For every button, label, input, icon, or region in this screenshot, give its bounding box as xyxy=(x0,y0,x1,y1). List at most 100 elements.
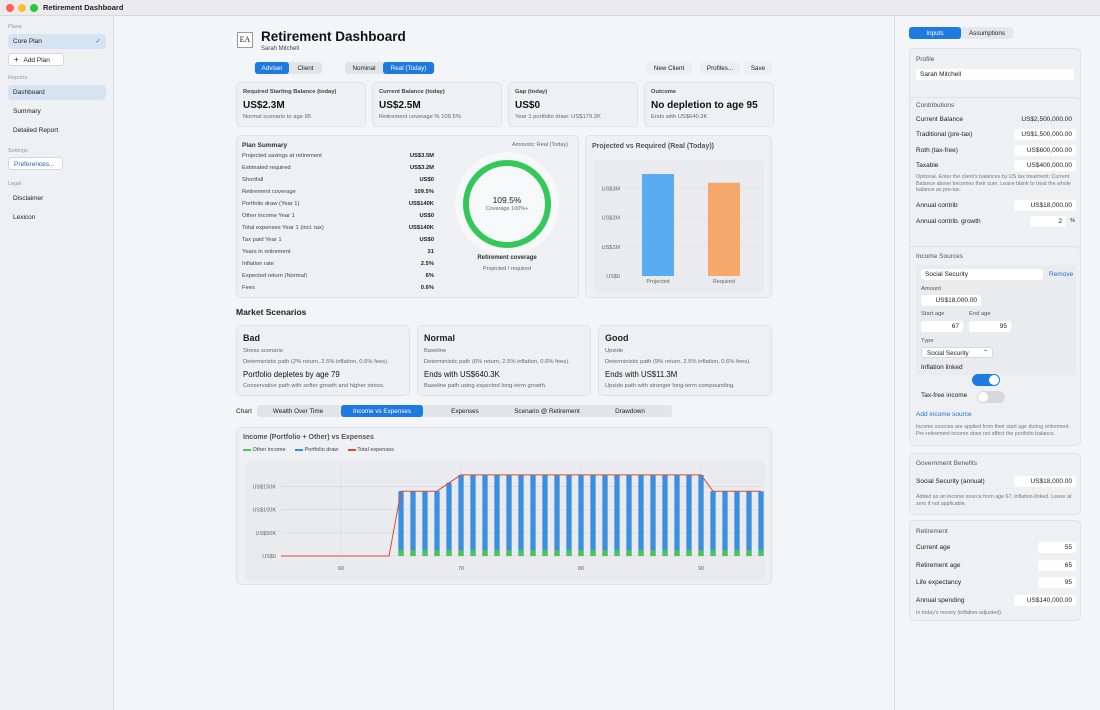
tax-free-income-toggle[interactable] xyxy=(977,391,1005,403)
tab-client[interactable]: Client xyxy=(290,62,321,74)
bar-portfolio-draw xyxy=(734,491,740,556)
bar-other-income xyxy=(458,550,464,556)
plan-summary-row: Estimated required US$3.2M xyxy=(242,165,434,175)
add-income-source-link[interactable]: Add income source xyxy=(916,411,972,418)
scenario-foot: Baseline path using expected long-term g… xyxy=(424,383,547,389)
bar-other-income xyxy=(446,550,452,556)
bar-other-income xyxy=(518,550,524,556)
scenario-result: Ends with US$11.3M xyxy=(605,370,678,379)
tab-expenses[interactable]: Expenses xyxy=(425,405,505,417)
sidebar-section-reports: Reports xyxy=(8,75,28,81)
save-button[interactable]: Save xyxy=(744,62,772,74)
y-tick-label: US$100K xyxy=(252,508,276,514)
market-scenarios-title: Market Scenarios xyxy=(236,307,307,317)
new-client-button[interactable]: New Client xyxy=(646,62,692,74)
zoom-window-button[interactable] xyxy=(30,4,38,12)
tab-scenario-at-retirement[interactable]: Scenario @ Retirement xyxy=(507,405,587,417)
bar-other-income xyxy=(422,550,428,556)
plan-summary-row-label: Retirement coverage xyxy=(242,189,296,195)
sidebar-section-legal: Legal xyxy=(8,181,22,187)
scenario-card-bad: Bad Stress scenario Deterministic path (… xyxy=(236,325,410,396)
chart-tabs-label: Chart xyxy=(236,408,252,415)
contributions-title: Contributions xyxy=(916,102,955,109)
tab-nominal[interactable]: Nominal xyxy=(346,62,382,74)
bar-other-income xyxy=(530,550,536,556)
x-tick-label: Required xyxy=(713,279,735,285)
bar-portfolio-draw xyxy=(554,474,560,556)
tab-real-today[interactable]: Real (Today) xyxy=(383,62,434,74)
profiles-button[interactable]: Profiles... xyxy=(700,62,740,74)
income-source-name-field[interactable]: Social Security xyxy=(921,269,1043,280)
kpi-label: Required Starting Balance (today) xyxy=(243,89,337,95)
sidebar-section-plans: Plans xyxy=(8,24,22,30)
bar-portfolio-draw xyxy=(602,474,608,556)
inflation-linked-toggle[interactable] xyxy=(972,374,1000,386)
tab-inputs[interactable]: Inputs xyxy=(909,27,961,39)
bar-portfolio-draw xyxy=(434,491,440,556)
coverage-caption: Projected / required xyxy=(483,266,531,272)
plan-summary-row-label: Tax paid Year 1 xyxy=(242,237,282,243)
y-tick-label: US$150K xyxy=(252,485,276,491)
x-tick-label: 80 xyxy=(578,566,584,572)
kpi-sub: Ends with US$640.3K xyxy=(651,114,708,120)
bar-portfolio-draw xyxy=(458,474,464,556)
scenario-kind: Baseline xyxy=(424,348,447,354)
tab-adviser[interactable]: Adviser xyxy=(255,62,289,74)
y-tick-label: US$1M xyxy=(602,245,621,251)
bar-other-income xyxy=(602,550,608,556)
end-age-field[interactable]: 95 xyxy=(969,321,1011,332)
tab-income-vs-expenses[interactable]: Income vs Expenses xyxy=(341,405,423,417)
annual-contrib-label: Annual contrib xyxy=(916,202,958,209)
add-plan-button[interactable]: + Add Plan xyxy=(8,53,64,66)
tab-wealth-over-time[interactable]: Wealth Over Time xyxy=(258,405,338,417)
kpi-value: US$0 xyxy=(515,100,541,111)
traditional-field[interactable]: US$1,500,000.00 xyxy=(1014,129,1076,140)
close-window-button[interactable] xyxy=(6,4,14,12)
sidebar: Plans Core Plan ✓ + Add Plan Reports Das… xyxy=(0,16,114,710)
plan-summary-row: Other income Year 1 US$0 xyxy=(242,213,434,223)
minimize-window-button[interactable] xyxy=(18,4,26,12)
plan-summary-row: Fees 0.6% xyxy=(242,285,434,295)
scenario-desc: Deterministic path (2% return, 2.5% infl… xyxy=(243,359,389,365)
roth-field[interactable]: US$600,000.00 xyxy=(1014,145,1076,156)
kpi-sub: Year 1 portfolio draw: US$179.2K xyxy=(515,114,601,120)
tax-free-income-label: Tax-free income xyxy=(921,392,968,399)
profile-name-field[interactable]: Sarah Mitchell xyxy=(916,69,1074,80)
kpi-label: Outcome xyxy=(651,89,677,95)
sidebar-item-lexicon[interactable]: Lexicon xyxy=(8,210,106,225)
start-age-field[interactable]: 67 xyxy=(921,321,963,332)
taxable-field[interactable]: US$400,000.00 xyxy=(1014,160,1076,171)
sidebar-item-detailed-report[interactable]: Detailed Report xyxy=(8,123,106,138)
amount-field[interactable]: US$18,000.00 xyxy=(921,295,981,306)
annual-growth-field[interactable]: 2 xyxy=(1030,216,1066,227)
sidebar-item-dashboard[interactable]: Dashboard xyxy=(8,85,106,100)
sidebar-item-summary[interactable]: Summary xyxy=(8,104,106,119)
scenario-desc: Deterministic path (9% return, 2.5% infl… xyxy=(605,359,751,365)
x-tick-label: 90 xyxy=(698,566,704,572)
sidebar-section-settings: Settings xyxy=(8,148,28,154)
plan-summary-row: Projected savings at retirement US$3.5M xyxy=(242,153,434,163)
sidebar-item-core-plan[interactable]: Core Plan ✓ xyxy=(8,34,106,49)
type-select[interactable]: Social Security ⌃ xyxy=(921,347,993,358)
sidebar-item-disclaimer[interactable]: Disclaimer xyxy=(8,191,106,206)
amount-label: Amount xyxy=(921,286,941,292)
current-balance-value: US$2,500,000.00 xyxy=(1021,116,1072,123)
government-benefits-card: Government Benefits Social Security (ann… xyxy=(909,453,1081,515)
bar-portfolio-draw xyxy=(710,491,716,556)
roth-label: Roth (tax-free) xyxy=(916,147,958,154)
life-expectancy-field[interactable]: 95 xyxy=(1038,577,1076,588)
preferences-button[interactable]: Preferences... xyxy=(8,157,63,170)
window-titlebar: Retirement Dashboard xyxy=(0,0,1100,16)
bar-portfolio-draw xyxy=(650,474,656,556)
taxable-label: Taxable xyxy=(916,162,939,169)
tab-assumptions[interactable]: Assumptions xyxy=(962,27,1012,39)
current-age-field[interactable]: 55 xyxy=(1038,542,1076,553)
retirement-age-field[interactable]: 65 xyxy=(1038,560,1076,571)
social-security-field[interactable]: US$18,000.00 xyxy=(1014,476,1076,487)
bar-portfolio-draw xyxy=(482,474,488,556)
tab-drawdown[interactable]: Drawdown xyxy=(590,405,670,417)
annual-contrib-field[interactable]: US$18,000.00 xyxy=(1014,200,1076,211)
remove-income-source-link[interactable]: Remove xyxy=(1049,271,1073,278)
annual-spending-field[interactable]: US$140,000.00 xyxy=(1014,595,1076,606)
coverage-label: Retirement coverage xyxy=(477,255,537,261)
